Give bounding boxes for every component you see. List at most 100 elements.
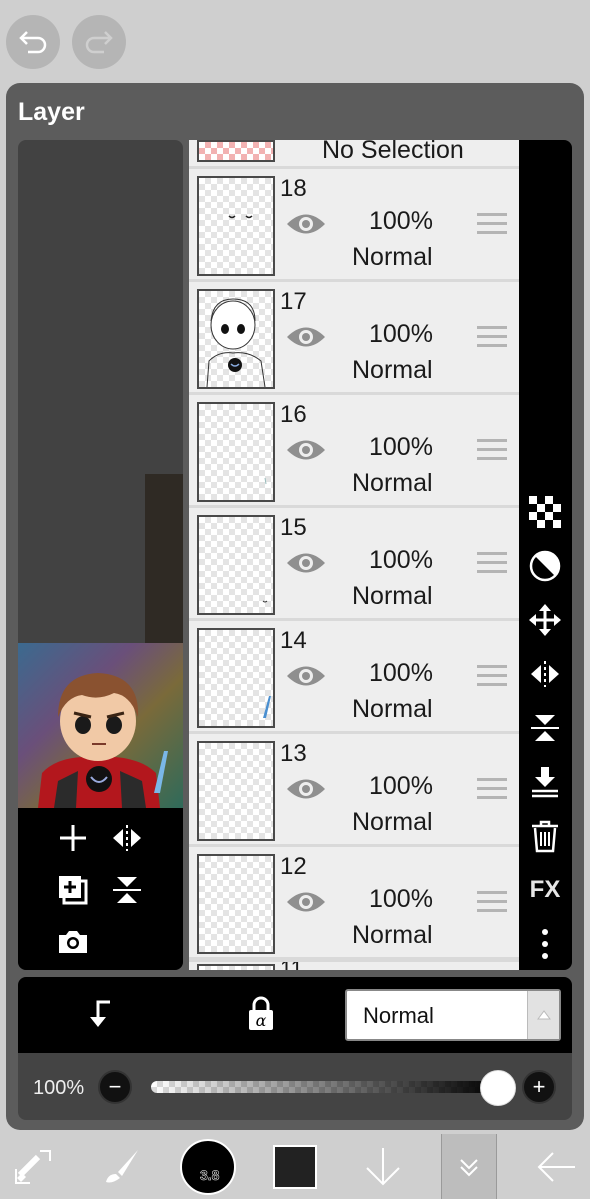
undo-button[interactable] [6,15,60,69]
layer-row[interactable]: 18 100% Normal [189,169,519,279]
eye-icon[interactable] [285,774,327,804]
clipping-toggle[interactable] [82,997,120,1035]
redo-icon [85,31,113,54]
layer-thumbnail [197,741,275,841]
layer-blend-mode: Normal [352,921,433,949]
eye-icon[interactable] [285,209,327,239]
back-arrow-icon [537,1151,575,1182]
layer-row[interactable]: 14 100% Normal [189,621,519,731]
download-button[interactable] [358,1134,408,1199]
layer-thumbnail [197,402,275,502]
layer-number: 14 [280,627,307,654]
layer-opacity: 100% [369,207,433,235]
opacity-slider-handle[interactable] [480,1070,516,1106]
eye-icon[interactable] [285,548,327,578]
color-button[interactable] [270,1134,320,1199]
drag-handle-icon[interactable] [477,665,507,689]
layer-list[interactable]: No Selection 18 100% Normal 17 100% Norm… [189,140,519,970]
layer-row[interactable]: 13 100% Normal [189,734,519,844]
layer-row[interactable]: 15 100% Normal [189,508,519,618]
alpha-lock-icon: α [249,996,273,1030]
drag-handle-icon[interactable] [477,439,507,463]
opacity-slider[interactable] [151,1081,498,1093]
collapse-panel-button[interactable] [441,1134,497,1199]
back-button[interactable] [530,1134,582,1199]
layer-opacity: 100% [369,433,433,461]
more-options-button[interactable] [525,924,565,964]
flip-horizontal-button[interactable] [107,818,147,858]
clip-arrow-icon [90,1000,110,1027]
trash-icon [532,820,558,853]
layer-opacity: 100% [369,885,433,913]
blend-mode-bar: α Normal [18,977,572,1053]
blend-mode-select[interactable]: Normal [345,989,561,1041]
drag-handle-icon[interactable] [477,552,507,576]
layer-thumbnail [197,176,275,276]
layer-number: 16 [280,401,307,428]
eye-icon[interactable] [285,887,327,917]
drag-handle-icon[interactable] [477,891,507,915]
layer-blend-mode: Normal [352,356,433,384]
add-layer-button[interactable] [53,818,93,858]
layer-opacity: 100% [369,546,433,574]
canvas-shape [145,474,183,644]
layer-row[interactable]: 16 100% Normal [189,395,519,505]
no-selection-row[interactable]: No Selection [189,140,519,166]
layer-number: 13 [280,740,307,767]
duplicate-layer-button[interactable] [53,870,93,910]
selection-thumbnail [197,140,275,162]
brush-size-button[interactable]: 3.8 [178,1134,238,1199]
layer-tools-sidebar: FX [519,140,572,970]
panel-title: Layer [18,98,85,126]
minus-icon: − [108,1074,122,1099]
delete-layer-button[interactable] [525,816,565,856]
drag-handle-icon[interactable] [477,213,507,237]
camera-icon [59,931,87,953]
flip-vertical-button[interactable] [107,870,147,910]
fx-button[interactable]: FX [525,870,565,910]
layer-blend-mode: Normal [352,243,433,271]
layer-blend-mode: Normal [352,695,433,723]
svg-text:α: α [256,1011,267,1030]
layer-opacity: 100% [369,320,433,348]
clipping-button[interactable] [525,546,565,586]
opacity-increase-button[interactable]: + [522,1070,556,1104]
layer-thumbnail [197,289,275,389]
opacity-decrease-button[interactable]: − [98,1070,132,1104]
drag-handle-icon[interactable] [477,778,507,802]
layer-row[interactable]: 12 100% Normal [189,847,519,957]
layer-number: 11 [280,962,303,970]
color-swatch [273,1144,317,1189]
move-icon [529,604,561,636]
transparent-fill-button[interactable] [525,492,565,532]
layer-thumbnail [197,854,275,954]
layer-opacity: 100% [369,772,433,800]
layer-thumbnail [197,628,275,728]
eye-icon[interactable] [285,322,327,352]
layer-number: 15 [280,514,307,541]
redo-button[interactable] [72,15,126,69]
layer-thumbnail [197,515,275,615]
layer-row-partial[interactable]: 11 [189,962,519,970]
artwork-preview[interactable] [18,643,183,808]
canvas-preview-area[interactable] [18,140,183,970]
download-icon [366,1147,400,1185]
blend-mode-value: Normal [363,1003,434,1028]
opacity-value: 100% [33,1077,85,1099]
bottom-toolbar: 3.8 [0,1134,590,1199]
eye-icon[interactable] [285,435,327,465]
layer-row[interactable]: 17 100% Normal [189,282,519,392]
merge-down-icon [532,767,558,798]
flip-horizontal-layer-button[interactable] [525,654,565,694]
camera-button[interactable] [53,922,93,962]
merge-down-button[interactable] [525,762,565,802]
drag-handle-icon[interactable] [477,326,507,350]
flip-vertical-layer-button[interactable] [525,708,565,748]
transform-button[interactable] [8,1134,58,1199]
eye-icon[interactable] [285,661,327,691]
flip-vertical-icon [113,877,141,903]
checker-icon [529,496,561,528]
move-button[interactable] [525,600,565,640]
brush-tool-button[interactable] [96,1134,146,1199]
alpha-lock-toggle[interactable]: α [244,995,282,1035]
